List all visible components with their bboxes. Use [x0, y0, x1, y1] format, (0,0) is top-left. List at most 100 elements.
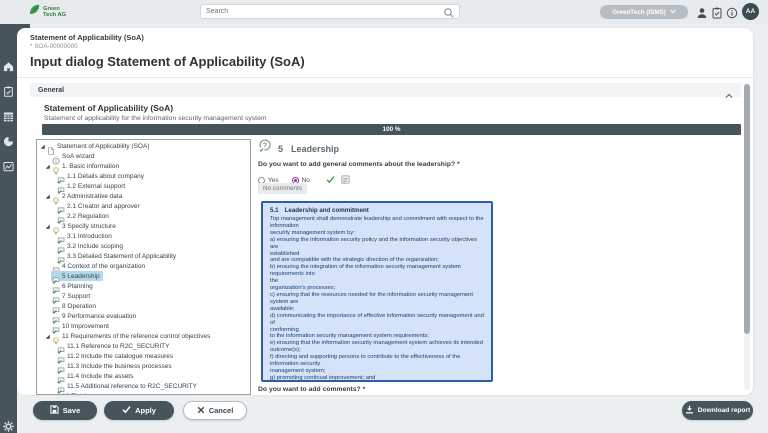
comment-icon — [57, 352, 65, 360]
tree-item-link[interactable]: 9 Performance evaluation — [51, 311, 139, 321]
bulb-icon — [52, 192, 60, 200]
sidebar-nav — [0, 24, 17, 433]
tree-item: 2.2 Regulation — [37, 211, 250, 221]
info-icon[interactable] — [726, 6, 738, 18]
comment-icon — [52, 292, 60, 300]
tree-item-link[interactable]: 2.1 Creator and approver — [56, 201, 143, 211]
expander-icon — [44, 302, 51, 310]
comment-icon — [57, 172, 65, 180]
tree-item: 7 Support — [37, 291, 250, 301]
comment-icon — [57, 182, 65, 190]
tree-item: 12 Finish — [37, 391, 250, 395]
app-logo[interactable]: Green Tech AG — [28, 3, 66, 21]
standard-clause-title: 5.1Leadership and commitment — [270, 207, 484, 214]
comment-log-icon[interactable] — [341, 171, 350, 189]
pie-chart-icon[interactable] — [3, 134, 14, 145]
tree-item-label: 11.4 Include the assets — [67, 373, 133, 380]
expander-icon[interactable] — [44, 162, 51, 170]
tree-item-link[interactable]: 1. Basic information — [51, 161, 122, 171]
scrollbar-thumb[interactable] — [744, 84, 750, 334]
chevron-up-icon[interactable] — [725, 86, 733, 94]
close-icon — [197, 406, 205, 416]
expander-icon — [44, 282, 51, 290]
expander-icon — [44, 392, 51, 395]
tree-item-link[interactable]: SoA wizard — [51, 151, 98, 161]
user-icon[interactable] — [696, 6, 708, 18]
form-heading: Statement of Applicability (SoA) — [44, 103, 173, 113]
tree-item-link[interactable]: 12 Finish — [51, 391, 91, 395]
tree-item: 11.2 Include the catalogue measures — [37, 351, 250, 361]
download-report-button[interactable]: Download report — [682, 401, 753, 420]
page-title: Input dialog Statement of Applicability … — [30, 54, 305, 69]
tree-item-link[interactable]: 3.3 Detailed Statement of Applicability — [56, 251, 179, 261]
settings-icon[interactable] — [3, 419, 14, 430]
tree-item-link[interactable]: 3.2 Include scoping — [56, 241, 126, 251]
tree-item-link[interactable]: 11.3 Include the business processes — [56, 361, 175, 371]
search-input[interactable] — [201, 8, 443, 15]
save-button[interactable]: Save — [33, 401, 97, 420]
standard-text-box[interactable]: 5.1Leadership and commitment Top managem… — [261, 201, 493, 382]
tree-item-link[interactable]: Statement of Applicability (SOA) — [46, 141, 153, 151]
expander-icon[interactable] — [44, 192, 51, 200]
tree-item-link[interactable]: 8 Operation — [51, 301, 99, 311]
apply-button[interactable]: Apply — [104, 401, 174, 420]
tree-item-link[interactable]: 11.4 Include the assets — [56, 371, 136, 381]
tree-item-label: 1.1 Details about company — [67, 173, 144, 180]
tree-item-link[interactable]: 4 Context of the organization — [51, 261, 148, 271]
tree-item-link[interactable]: 2 Administrative data — [51, 191, 125, 201]
tree-item-link[interactable]: 11.5 Additional reference to R2C_SECURIT… — [56, 381, 200, 391]
tree-item-link[interactable]: 6 Planning — [51, 281, 96, 291]
home-icon[interactable] — [3, 59, 14, 70]
expander-icon — [44, 272, 51, 280]
tree-item-link[interactable]: 1.2 External support — [56, 181, 128, 191]
tree-item: 3.3 Detailed Statement of Applicability — [37, 251, 250, 261]
search-icon[interactable] — [443, 6, 455, 18]
comment-icon — [57, 342, 65, 350]
top-header: Green Tech AG GreenTech (ISMS) AA — [0, 0, 768, 24]
bulb-icon — [52, 222, 60, 230]
tree-item-label: 1. Basic information — [62, 163, 119, 170]
audit-icon[interactable] — [711, 6, 723, 18]
workspace-selector[interactable]: GreenTech (ISMS) — [600, 5, 688, 19]
search-bar[interactable] — [200, 4, 460, 19]
scrollbar-track[interactable] — [744, 84, 750, 390]
section-general-header[interactable]: General — [30, 83, 741, 97]
tree-item: 11.4 Include the assets — [37, 371, 250, 381]
tree-item: 11.1 Reference to R2C_SECURITY — [37, 341, 250, 351]
tree-item-link[interactable]: 7 Support — [51, 291, 93, 301]
cancel-button[interactable]: Cancel — [183, 401, 247, 420]
expander-icon — [49, 342, 56, 350]
avatar[interactable]: AA — [742, 3, 759, 20]
expander-icon — [49, 182, 56, 190]
tree-item-link[interactable]: 5 Leadership — [51, 271, 103, 281]
logo-text: Green Tech AG — [43, 6, 66, 18]
expander-icon — [49, 172, 56, 180]
tree-item-link[interactable]: 11.1 Reference to R2C_SECURITY — [56, 341, 172, 351]
report-icon[interactable] — [3, 159, 14, 170]
comment-field[interactable]: No comments — [258, 183, 307, 194]
tree-item-label: 8 Operation — [62, 303, 96, 310]
tree-item: 11 Requirements of the reference control… — [37, 331, 250, 341]
tree-item-link[interactable]: 3 Specify structure — [51, 221, 119, 231]
tree-item-link[interactable]: 10 Improvement — [51, 321, 112, 331]
step-title: Leadership — [291, 144, 339, 154]
comment-icon — [52, 392, 60, 395]
tree-item: 3.2 Include scoping — [37, 241, 250, 251]
tasks-icon[interactable] — [3, 84, 14, 95]
info-icon — [52, 152, 60, 160]
tree-item-link[interactable]: 11 Requirements of the reference control… — [51, 331, 213, 341]
breadcrumb: Statement of Applicability (SoA) — [30, 33, 144, 42]
comment-icon — [57, 212, 65, 220]
chevron-down-icon — [670, 9, 676, 16]
calendar-icon[interactable] — [3, 109, 14, 120]
expander-icon[interactable] — [39, 142, 46, 150]
tree-item-link[interactable]: 2.2 Regulation — [56, 211, 112, 221]
expander-icon[interactable] — [44, 332, 51, 340]
section-title: General — [38, 87, 64, 94]
bulb-icon — [52, 162, 60, 170]
expander-icon[interactable] — [44, 222, 51, 230]
clause-number: 5.1 — [270, 207, 279, 214]
tree-item-link[interactable]: 1.1 Details about company — [56, 171, 147, 181]
tree-item-link[interactable]: 11.2 Include the catalogue measures — [56, 351, 176, 361]
tree-item-link[interactable]: 3.1 Introduction — [56, 231, 115, 241]
